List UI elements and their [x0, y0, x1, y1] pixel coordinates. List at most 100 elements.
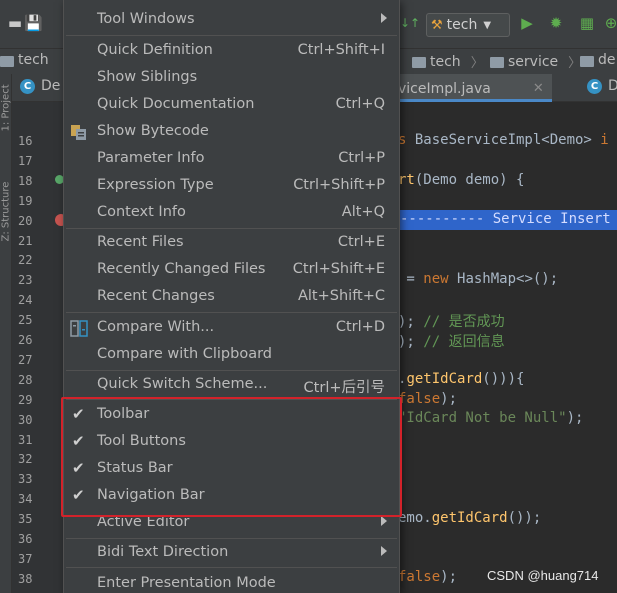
tab-demo[interactable]: C De: [20, 78, 60, 94]
line-number: 19: [18, 193, 33, 208]
line-number: 22: [18, 253, 33, 268]
save-icon[interactable]: 💾: [24, 14, 43, 32]
menu-item-quick-documentation[interactable]: Quick Documentation Ctrl+Q: [64, 92, 399, 119]
menu-item-parameter-info[interactable]: Parameter Info Ctrl+P: [64, 146, 399, 173]
menu-stub-icon[interactable]: ▬: [6, 14, 24, 32]
breadcrumb-demo[interactable]: de: [580, 52, 616, 68]
menu-item-status-bar[interactable]: ✔ Status Bar: [64, 456, 399, 483]
project-tool-button[interactable]: 1: Project: [1, 84, 12, 131]
run-config-combo[interactable]: ⚒ tech ▼: [426, 13, 510, 37]
breadcrumb-root[interactable]: tech: [0, 52, 49, 68]
line-number: 20: [18, 213, 33, 228]
menu-item-expression-type[interactable]: Expression Type Ctrl+Shift+P: [64, 173, 399, 200]
menu-separator: [66, 567, 397, 568]
menu-item-active-editor[interactable]: Active Editor: [64, 510, 399, 537]
breadcrumb-label: service: [508, 53, 559, 70]
menu-item-label: Expression Type: [97, 177, 214, 193]
menu-item-shortcut: Ctrl+Shift+E: [292, 261, 385, 277]
menu-item-bidi-text-direction[interactable]: Bidi Text Direction: [64, 540, 399, 567]
structure-tool-button[interactable]: Z: Structure: [1, 182, 12, 242]
code-line-38: false);: [398, 569, 458, 585]
menu-separator: [66, 370, 397, 371]
menu-item-navigation-bar[interactable]: ✔ Navigation Bar: [64, 483, 399, 510]
code-line-29: false);: [398, 391, 458, 407]
line-number: 23: [18, 273, 33, 288]
menu-item-label: Parameter Info: [97, 150, 205, 166]
menu-item-label: Status Bar: [97, 460, 173, 476]
menu-item-show-siblings[interactable]: Show Siblings: [64, 65, 399, 92]
menu-item-quick-definition[interactable]: Quick Definition Ctrl+Shift+I: [64, 38, 399, 65]
build-icon[interactable]: ↓↑: [400, 14, 420, 32]
close-icon[interactable]: ✕: [533, 81, 544, 96]
breadcrumb-label: de: [598, 52, 616, 68]
chevron-right-icon: 〉: [470, 56, 484, 71]
breadcrumb-service[interactable]: service 〉: [490, 52, 581, 71]
compare-icon: [70, 320, 88, 337]
menu-item-label: Recently Changed Files: [97, 261, 266, 277]
menu-item-shortcut: Ctrl+P: [338, 150, 385, 166]
folder-icon: [580, 55, 594, 67]
menu-item-shortcut: Ctrl+后引号: [303, 380, 385, 396]
menu-item-tool-windows[interactable]: Tool Windows: [64, 7, 399, 34]
menu-item-recently-changed-files[interactable]: Recently Changed Files Ctrl+Shift+E: [64, 257, 399, 284]
debug-icon[interactable]: ✹: [547, 14, 565, 32]
menu-item-label: Quick Definition: [97, 42, 213, 58]
folder-icon: [0, 55, 14, 67]
coverage-icon[interactable]: ▦: [578, 14, 596, 32]
menu-item-shortcut: Ctrl+Shift+I: [297, 42, 385, 58]
left-tool-strip: 1: Project Z: Structure: [0, 74, 12, 593]
breadcrumb-label: tech: [18, 52, 49, 68]
menu-item-label: Quick Documentation: [97, 96, 255, 112]
menu-item-enter-presentation-mode[interactable]: Enter Presentation Mode: [64, 571, 399, 593]
submenu-arrow-icon: [381, 13, 387, 23]
line-number: 17: [18, 153, 33, 168]
menu-item-shortcut: Ctrl+D: [335, 319, 385, 335]
run-icon[interactable]: ▶: [518, 14, 536, 32]
menu-separator: [66, 399, 397, 400]
menu-item-label: Navigation Bar: [97, 487, 205, 503]
menu-item-tool-buttons[interactable]: ✔ Tool Buttons: [64, 429, 399, 456]
submenu-arrow-icon: [381, 546, 387, 556]
folder-icon: [412, 57, 426, 68]
menu-item-shortcut: Ctrl+E: [337, 234, 385, 250]
line-number: 38: [18, 571, 33, 586]
menu-item-recent-files[interactable]: Recent Files Ctrl+E: [64, 230, 399, 257]
menu-item-label: Enter Presentation Mode: [97, 575, 276, 591]
menu-item-toolbar[interactable]: ✔ Toolbar: [64, 402, 399, 429]
menu-item-compare-with[interactable]: Compare With... Ctrl+D: [64, 315, 399, 342]
menu-item-label: Active Editor: [97, 514, 190, 530]
menu-item-label: Toolbar: [97, 406, 150, 422]
line-number: 34: [18, 492, 33, 507]
breadcrumb-tech[interactable]: tech 〉: [412, 52, 484, 71]
view-menu: Tool Windows Quick Definition Ctrl+Shift…: [63, 0, 400, 593]
line-number: 37: [18, 551, 33, 566]
line-number: 31: [18, 432, 33, 447]
line-number: 24: [18, 293, 33, 308]
tab-label: D: [608, 78, 617, 94]
profile-icon[interactable]: ⊕: [602, 14, 617, 32]
line-number: 35: [18, 512, 33, 527]
menu-item-recent-changes[interactable]: Recent Changes Alt+Shift+C: [64, 284, 399, 311]
submenu-arrow-icon: [381, 516, 387, 526]
menu-item-label: Show Bytecode: [97, 123, 209, 139]
menu-item-label: Compare With...: [97, 319, 215, 335]
menu-item-show-bytecode[interactable]: Show Bytecode: [64, 119, 399, 146]
bytecode-icon: [71, 125, 86, 140]
code-line-20: ---------- Service Insert: [400, 211, 611, 227]
menu-item-shortcut: Ctrl+Q: [335, 96, 385, 112]
line-number: 21: [18, 233, 33, 248]
menu-item-label: Recent Files: [97, 234, 184, 250]
tab-service-impl[interactable]: viceImpl.java ✕: [398, 74, 552, 102]
menu-item-label: Bidi Text Direction: [97, 544, 229, 560]
code-line-28: .getIdCard())){: [398, 371, 525, 387]
menu-item-label: Tool Windows: [97, 11, 195, 27]
menu-item-context-info[interactable]: Context Info Alt+Q: [64, 200, 399, 227]
line-number: 27: [18, 352, 33, 367]
line-number: 26: [18, 333, 33, 347]
tab-d[interactable]: C D: [587, 78, 617, 94]
config-icon: ⚒: [431, 17, 443, 33]
line-number: 16: [18, 134, 33, 148]
menu-separator: [66, 538, 397, 539]
menu-item-quick-switch-scheme[interactable]: Quick Switch Scheme... Ctrl+后引号: [64, 372, 399, 399]
menu-item-compare-with-clipboard[interactable]: Compare with Clipboard: [64, 342, 399, 369]
